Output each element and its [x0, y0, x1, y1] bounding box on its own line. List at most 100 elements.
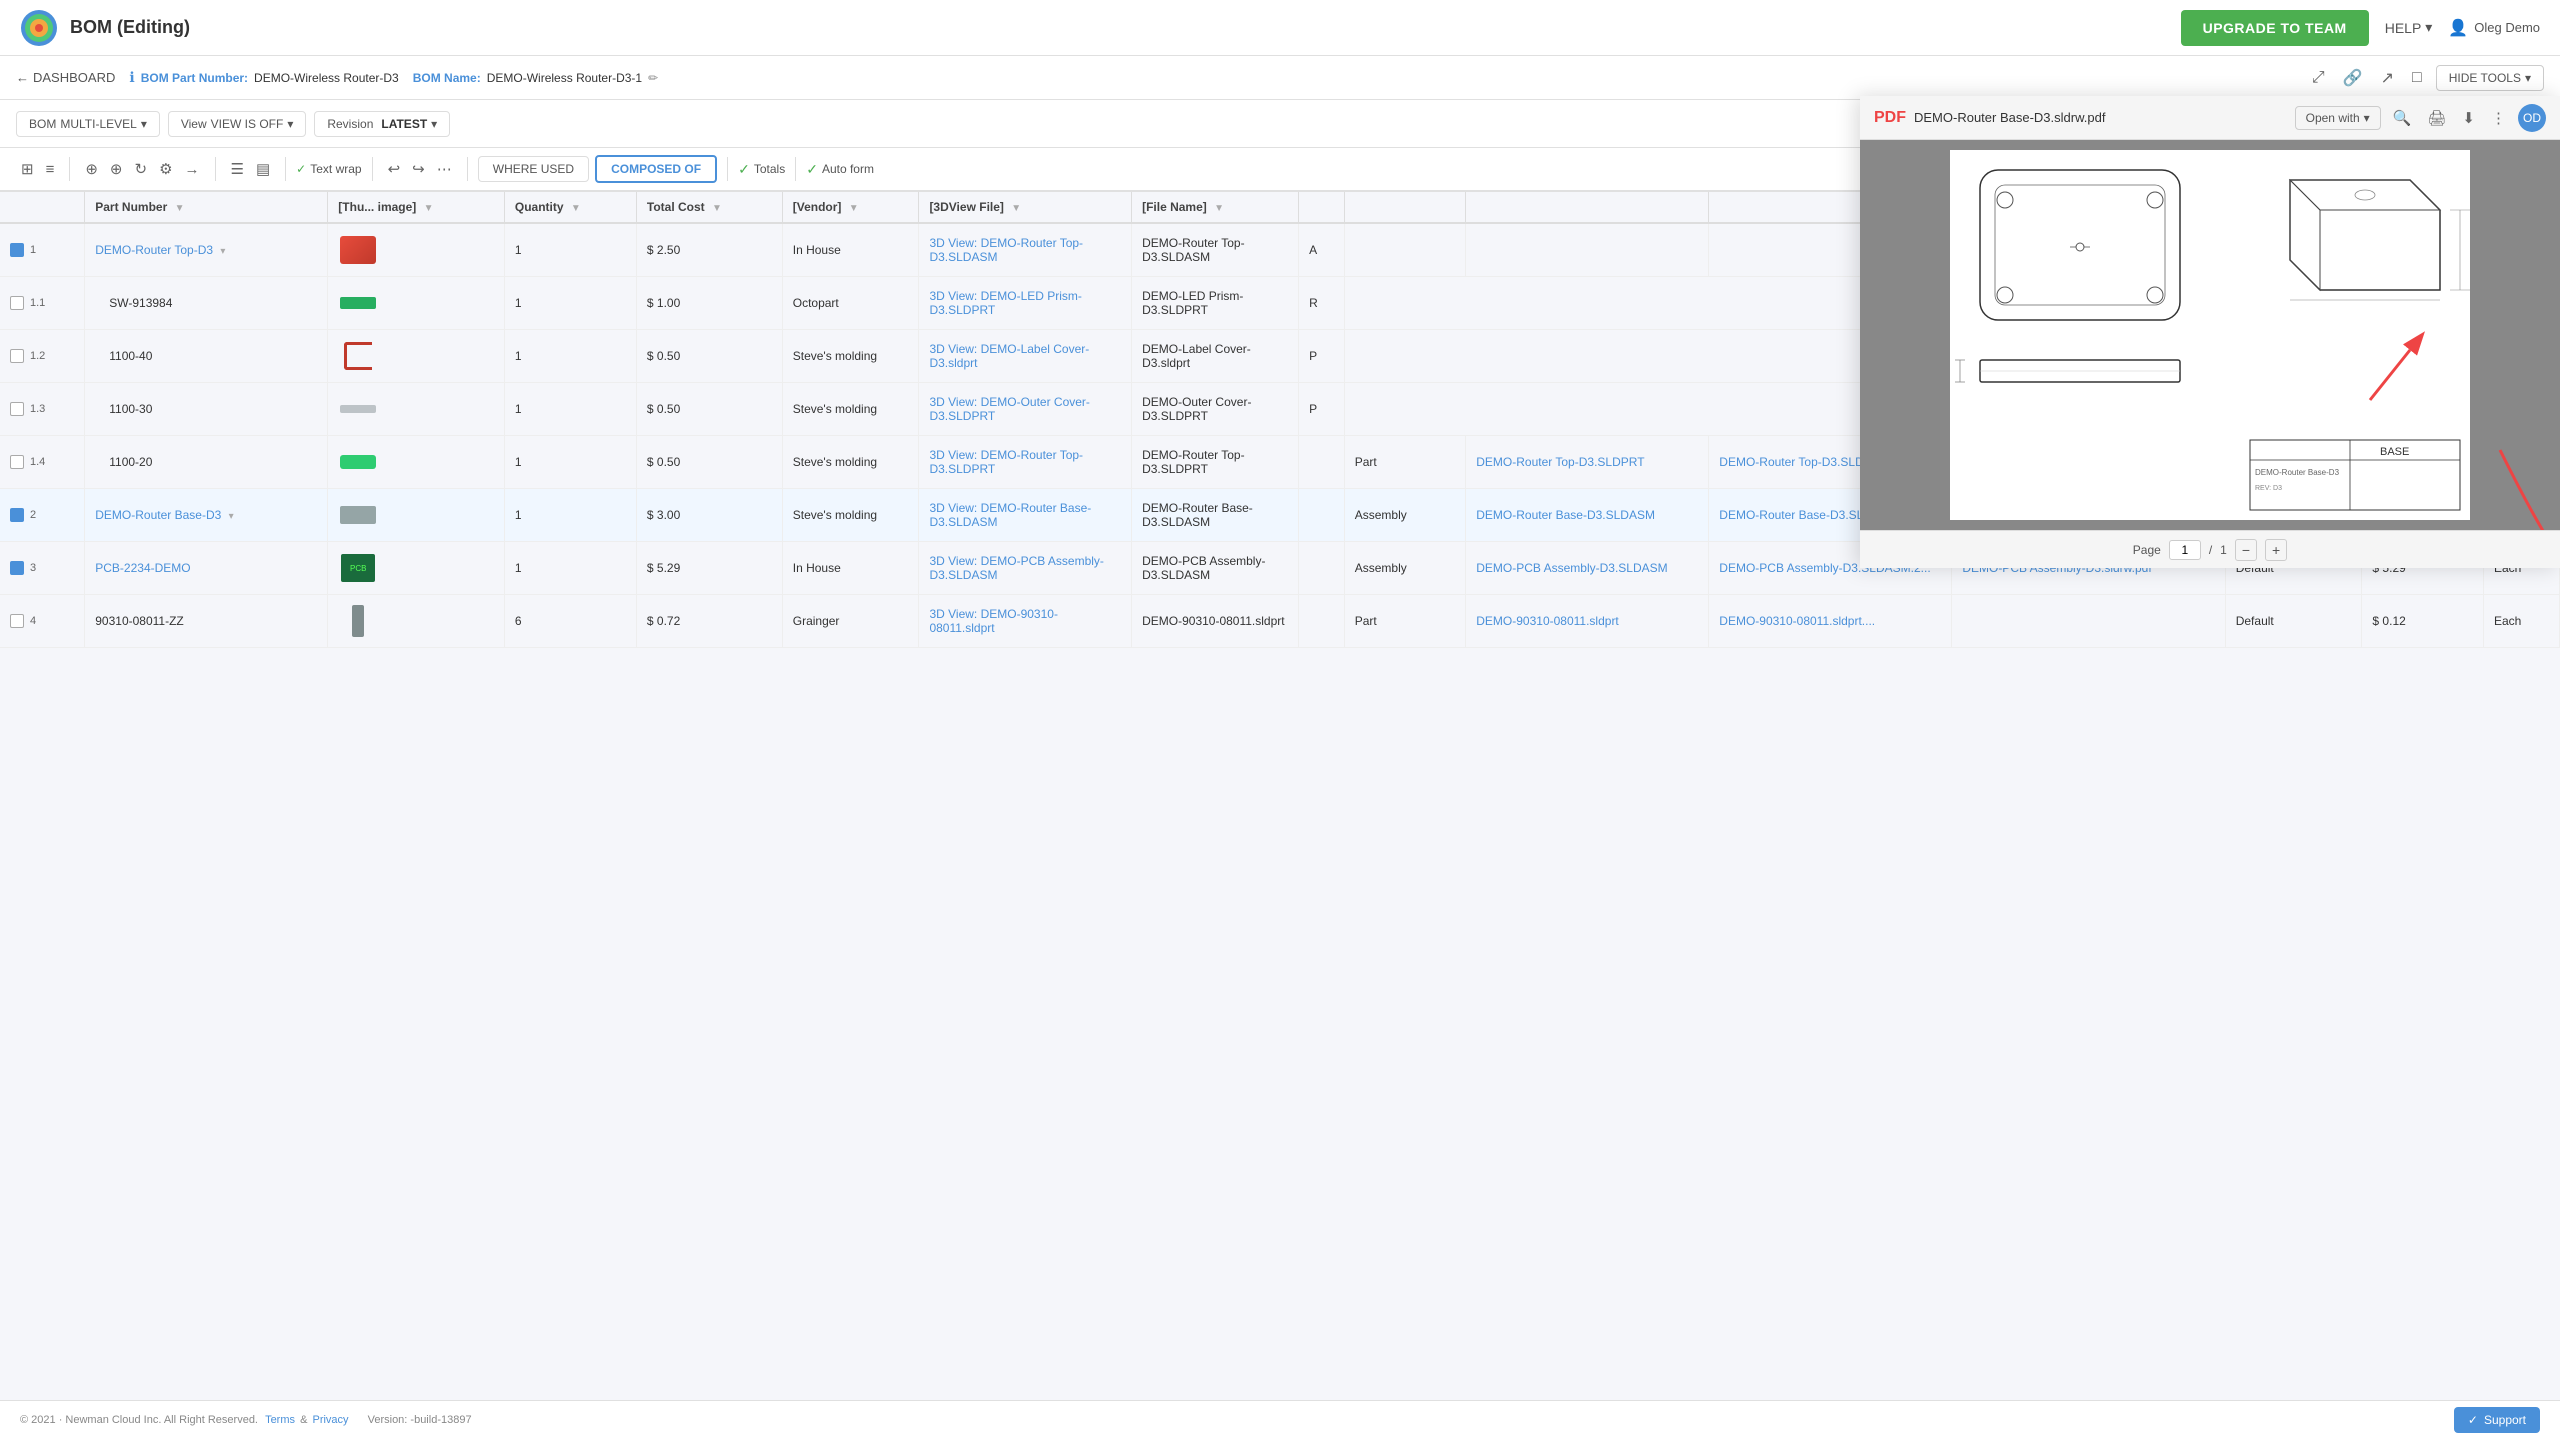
filter-icon-3d[interactable]: ▼ — [1011, 203, 1021, 214]
undo-btn[interactable]: ↩ — [383, 156, 406, 182]
filter-icon-vendor[interactable]: ▼ — [849, 203, 859, 214]
dashboard-label: DASHBOARD — [33, 70, 115, 85]
link2-4-a[interactable]: DEMO-90310-08011.sldprt.... — [1719, 614, 1875, 628]
bom-multilevel-button[interactable]: BOM MULTI-LEVEL ▾ — [16, 111, 160, 137]
open-with-button[interactable]: Open with ▾ — [2295, 106, 2381, 130]
redo-btn[interactable]: ↪ — [407, 156, 430, 182]
qty-1-1: 1 — [504, 277, 636, 330]
footer-privacy[interactable]: Privacy — [312, 1414, 348, 1426]
part-number-2: DEMO-Router Base-D3 ▾ — [85, 489, 328, 542]
part-link-2[interactable]: DEMO-Router Base-D3 — [95, 508, 221, 522]
file-1-3: DEMO-Outer Cover-D3.SLDPRT — [1132, 383, 1299, 436]
expand-arrow-2[interactable]: ▾ — [229, 511, 234, 522]
dashboard-link[interactable]: ← DASHBOARD — [16, 70, 115, 85]
arrow-btn[interactable]: → — [180, 157, 205, 182]
3d-view-link-1-3[interactable]: 3D View: DEMO-Outer Cover-D3.SLDPRT — [929, 395, 1089, 423]
grid-icon-btn[interactable]: ⊞ — [16, 156, 39, 182]
thumb-2 — [328, 489, 505, 542]
format-btn[interactable]: ▤ — [251, 156, 275, 182]
footer-terms[interactable]: Terms — [265, 1414, 295, 1426]
bookmark-icon-btn[interactable]: □ — [2408, 65, 2426, 91]
format-icon-group: ☰ ▤ — [226, 156, 276, 182]
composed-of-button[interactable]: COMPOSED OF — [595, 155, 717, 183]
row-checkbox-2[interactable] — [10, 508, 24, 522]
link1-3: DEMO-PCB Assembly-D3.SLDASM — [1466, 542, 1709, 595]
list-icon-btn[interactable]: ≡ — [41, 157, 60, 182]
support-icon: ✓ — [2468, 1413, 2478, 1427]
filter-icon-part[interactable]: ▼ — [175, 203, 185, 214]
row-checkbox-1[interactable] — [10, 243, 24, 257]
page-total: 1 — [2220, 543, 2227, 557]
row-checkbox-1-3[interactable] — [10, 402, 24, 416]
refresh-btn[interactable]: ↻ — [130, 156, 153, 182]
share2-icon-btn[interactable]: ↗ — [2377, 64, 2398, 92]
pdf-drawing: BASE DEMO-Router Base-D3 REV: D3 — [1950, 150, 2470, 520]
pdf-download-btn[interactable]: ⬇ — [2458, 105, 2479, 131]
support-button[interactable]: ✓ Support — [2454, 1407, 2540, 1433]
row-num-1-1: 1.1 — [0, 277, 85, 330]
row-checkbox-1-4[interactable] — [10, 455, 24, 469]
row-checkbox-3[interactable] — [10, 561, 24, 575]
3d-view-link-4[interactable]: 3D View: DEMO-90310-08011.sldprt — [929, 607, 1058, 635]
link-icon-btn[interactable]: 🔗 — [2339, 64, 2367, 92]
type-1-4: Part — [1344, 436, 1466, 489]
extra-1-1: R — [1299, 277, 1345, 330]
zoom-out-button[interactable]: − — [2235, 539, 2257, 561]
cost-1-1: $ 1.00 — [636, 277, 782, 330]
upgrade-button[interactable]: UPGRADE TO TEAM — [2181, 10, 2369, 46]
3d-view-link-3[interactable]: 3D View: DEMO-PCB Assembly-D3.SLDASM — [929, 554, 1104, 582]
chevron-down-icon: ▾ — [2425, 19, 2432, 36]
3d-view-link-1-4[interactable]: 3D View: DEMO-Router Top-D3.SLDPRT — [929, 448, 1083, 476]
thumb-1-1 — [328, 277, 505, 330]
part-number-1-1: SW-913984 — [85, 277, 328, 330]
col-cost: Total Cost ▼ — [636, 192, 782, 223]
app-logo — [20, 9, 58, 47]
qty-1-2: 1 — [504, 330, 636, 383]
filter-icon-cost[interactable]: ▼ — [712, 203, 722, 214]
settings-btn[interactable]: ⚙ — [154, 156, 177, 182]
revision-button[interactable]: Revision LATEST ▾ — [314, 111, 450, 137]
expand-arrow-1[interactable]: ▾ — [220, 246, 225, 257]
thumbnail-pcb: PCB — [341, 554, 375, 582]
link1-1-4-a[interactable]: DEMO-Router Top-D3.SLDPRT — [1476, 455, 1644, 469]
link1-3-a[interactable]: DEMO-PCB Assembly-D3.SLDASM — [1476, 561, 1667, 575]
link1-2-a[interactable]: DEMO-Router Base-D3.SLDASM — [1476, 508, 1655, 522]
pdf-search-btn[interactable]: 🔍 — [2389, 105, 2416, 131]
row-checkbox-1-1[interactable] — [10, 296, 24, 310]
open-with-label: Open with — [2306, 111, 2360, 125]
share-icon-btn[interactable]: ⤢ — [2308, 65, 2329, 91]
part-link-3[interactable]: PCB-2234-DEMO — [95, 561, 190, 575]
zoom-in-button[interactable]: + — [2265, 539, 2287, 561]
page-input[interactable] — [2169, 540, 2201, 560]
align-btn[interactable]: ☰ — [226, 156, 249, 182]
thumbnail-green2 — [340, 455, 376, 469]
pdf-more-btn[interactable]: ⋮ — [2487, 105, 2510, 131]
vendor-2: Steve's molding — [782, 489, 919, 542]
filter-icon-file[interactable]: ▼ — [1214, 203, 1224, 214]
3d-view-link-1[interactable]: 3D View: DEMO-Router Top-D3.SLDASM — [929, 236, 1083, 264]
help-button[interactable]: HELP ▾ — [2385, 19, 2433, 36]
3d-view-link-1-1[interactable]: 3D View: DEMO-LED Prism-D3.SLDPRT — [929, 289, 1081, 317]
3d-view-link-2[interactable]: 3D View: DEMO-Router Base-D3.SLDASM — [929, 501, 1091, 529]
where-used-button[interactable]: WHERE USED — [478, 156, 589, 182]
dropdown-arrow: ▾ — [141, 117, 147, 131]
edit-icon[interactable]: ✏ — [648, 71, 658, 85]
col-file-name: [File Name] ▼ — [1132, 192, 1299, 223]
filter-icon-thumb[interactable]: ▼ — [424, 203, 434, 214]
part-link-1[interactable]: DEMO-Router Top-D3 — [95, 243, 213, 257]
type-2: Assembly — [1344, 489, 1466, 542]
row-checkbox-4[interactable] — [10, 614, 24, 628]
more-btn[interactable]: ⋯ — [432, 156, 457, 182]
hide-tools-button[interactable]: HIDE TOOLS ▾ — [2436, 65, 2544, 91]
part-number-1: DEMO-Router Top-D3 ▾ — [85, 223, 328, 277]
view-button[interactable]: View VIEW IS OFF ▾ — [168, 111, 307, 137]
pdf-print-btn[interactable]: 🖨 — [2423, 105, 2450, 131]
add-child-btn[interactable]: ⊕ — [105, 156, 128, 182]
link1-4-a[interactable]: DEMO-90310-08011.sldprt — [1476, 614, 1619, 628]
svg-text:BASE: BASE — [2380, 446, 2409, 458]
row-checkbox-1-2[interactable] — [10, 349, 24, 363]
filter-icon-qty[interactable]: ▼ — [571, 203, 581, 214]
add-row-btn[interactable]: ⊕ — [80, 156, 103, 182]
3d-view-link-1-2[interactable]: 3D View: DEMO-Label Cover-D3.sldprt — [929, 342, 1089, 370]
toolbar-left: BOM MULTI-LEVEL ▾ View VIEW IS OFF ▾ Rev… — [16, 111, 450, 137]
